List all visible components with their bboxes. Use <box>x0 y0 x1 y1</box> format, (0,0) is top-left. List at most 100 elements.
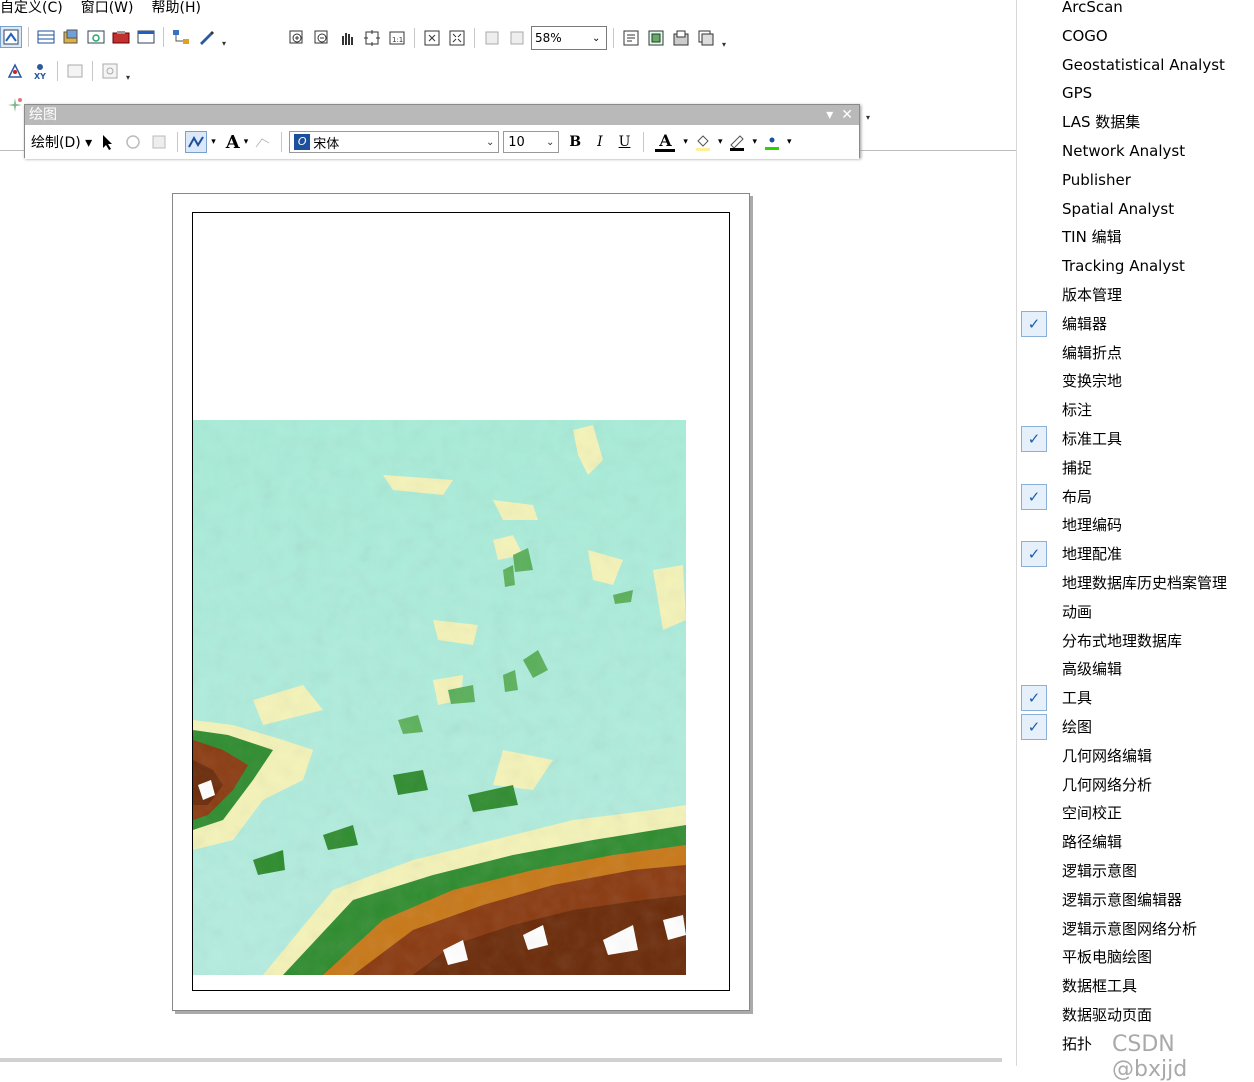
toolbar-list-item[interactable]: ✓ 编辑器 <box>1017 310 1254 339</box>
toolbar-list-item[interactable]: 逻辑示意图 <box>1017 857 1254 886</box>
menu-help[interactable]: 帮助(H) <box>151 0 210 18</box>
catalog-icon[interactable] <box>60 26 82 48</box>
toolbar-list-item-label: 地理数据库历史档案管理 <box>1062 574 1228 592</box>
toolbar-list-item[interactable]: Spatial Analyst <box>1017 195 1254 224</box>
focus-data-frame-icon[interactable] <box>645 27 667 49</box>
toolbar-list-item[interactable]: 路径编辑 <box>1017 828 1254 857</box>
toolbar-list-item[interactable]: 标注 <box>1017 396 1254 425</box>
toolbar-list-item[interactable]: Publisher <box>1017 166 1254 195</box>
menu-window[interactable]: 窗口(W) <box>81 0 144 18</box>
italic-button[interactable]: I <box>591 134 609 150</box>
toolbar-list-item[interactable]: TIN 编辑 <box>1017 223 1254 252</box>
toolbar-list-item[interactable]: Geostatistical Analyst <box>1017 51 1254 80</box>
toolbar-list-item[interactable]: LAS 数据集 <box>1017 108 1254 137</box>
arctoolbox-icon[interactable] <box>110 26 132 48</box>
toolbar-list-item[interactable]: 捕捉 <box>1017 454 1254 483</box>
toolbar-list-item[interactable]: COGO <box>1017 22 1254 51</box>
toolbar-list-item[interactable]: 几何网络编辑 <box>1017 742 1254 771</box>
toolbar-list-item[interactable]: ✓ 绘图 <box>1017 713 1254 742</box>
toolbar-list-item[interactable]: Tracking Analyst <box>1017 252 1254 281</box>
toolbar-options-icon[interactable]: ▾ <box>220 26 228 48</box>
toolbar-list-item[interactable]: 逻辑示意图编辑器 <box>1017 886 1254 915</box>
separator <box>163 27 164 47</box>
search-window-icon[interactable] <box>85 26 107 48</box>
toolbar-list-item[interactable]: 逻辑示意图网络分析 <box>1017 915 1254 944</box>
chevron-down-icon[interactable]: ▾ <box>683 137 688 147</box>
toolbar-list-item[interactable]: ✓ 地理配准 <box>1017 540 1254 569</box>
chevron-down-icon[interactable]: ▾ <box>211 137 216 147</box>
marker-color-icon[interactable] <box>761 131 783 153</box>
new-line-tool-icon[interactable] <box>185 131 208 153</box>
zoom-whole-page-icon[interactable] <box>361 27 383 49</box>
change-layout-icon[interactable] <box>670 27 692 49</box>
chevron-down-icon: ⌄ <box>546 136 555 148</box>
font-size-select[interactable]: 10 ⌄ <box>503 131 560 153</box>
toolbar-list-item[interactable]: ✓ 布局 <box>1017 483 1254 512</box>
text-tool-icon[interactable]: A <box>226 132 240 153</box>
toolbar-list-item[interactable]: 地理编码 <box>1017 511 1254 540</box>
add-control-points-icon[interactable] <box>4 60 26 82</box>
select-elements-icon[interactable] <box>96 131 118 153</box>
toolbar-list-item[interactable]: 编辑折点 <box>1017 339 1254 368</box>
toolbar-list-item[interactable]: 高级编辑 <box>1017 655 1254 684</box>
fixed-zoom-out-icon[interactable] <box>446 27 468 49</box>
draw-menu-button[interactable]: 绘制(D) ▾ <box>31 132 92 152</box>
toolbar-options-icon[interactable]: ▾ <box>864 100 872 122</box>
toolbar-list-item[interactable]: 几何网络分析 <box>1017 771 1254 800</box>
toolbar-list-item[interactable]: 数据驱动页面 <box>1017 1001 1254 1030</box>
toolbar-list-item[interactable]: 平板电脑绘图 <box>1017 943 1254 972</box>
font-color-button[interactable]: A <box>651 132 679 152</box>
table-icon[interactable] <box>35 26 57 48</box>
editor-toolbar-row <box>4 94 26 116</box>
toolbar-list-item-label: 逻辑示意图 <box>1062 862 1138 880</box>
zoom-to-selected-icon <box>148 131 170 153</box>
data-driven-pages-icon[interactable] <box>695 27 717 49</box>
pan-icon[interactable] <box>336 27 358 49</box>
toolbar-list-item[interactable]: 数据框工具 <box>1017 972 1254 1001</box>
fixed-zoom-in-icon[interactable] <box>421 27 443 49</box>
chevron-down-icon[interactable]: ▾ <box>752 137 757 147</box>
chevron-down-icon[interactable]: ▾ <box>787 137 792 147</box>
model-builder-icon[interactable] <box>170 26 192 48</box>
toolbar-options-icon[interactable]: ▾ <box>124 60 132 82</box>
toolbar-list-item[interactable]: GPS <box>1017 79 1254 108</box>
menu-customize[interactable]: 自定义(C) <box>0 0 73 18</box>
drawing-toolbar-window[interactable]: 绘图 ▾ ✕ 绘制(D) ▾ ▾ A ▾ O 宋体 ⌄ 10 ⌄ B I U A <box>24 104 860 159</box>
zoom-out-icon[interactable] <box>311 27 333 49</box>
zoom-100-icon[interactable]: 1:1 <box>386 27 408 49</box>
toolbar-list-item-label: LAS 数据集 <box>1062 113 1141 132</box>
dem-raster <box>193 420 686 975</box>
fill-color-icon[interactable] <box>692 131 714 153</box>
zoom-level-select[interactable]: 58% ⌄ <box>531 26 607 50</box>
python-window-icon[interactable] <box>135 26 157 48</box>
xy-icon[interactable]: XY <box>29 60 51 82</box>
toolbar-list-item[interactable]: ✓ 标准工具 <box>1017 425 1254 454</box>
underline-button[interactable]: U <box>613 134 637 150</box>
drawing-toolbar-titlebar[interactable]: 绘图 ▾ ✕ <box>25 105 859 125</box>
toolbar-list-item[interactable]: ✓ 工具 <box>1017 684 1254 713</box>
chevron-down-icon[interactable]: ▾ <box>244 137 249 147</box>
dem-raster-image[interactable] <box>193 420 686 975</box>
pen-icon[interactable] <box>195 26 217 48</box>
toolbar-list-item[interactable]: 变换宗地 <box>1017 367 1254 396</box>
toggle-draft-mode-icon[interactable] <box>620 27 642 49</box>
font-name-select[interactable]: O 宋体 ⌄ <box>289 131 500 153</box>
toolbar-list-item[interactable]: 地理数据库历史档案管理 <box>1017 569 1254 598</box>
toolbar-list-item[interactable]: ArcScan <box>1017 0 1254 22</box>
toolbar-list-item[interactable]: Network Analyst <box>1017 137 1254 166</box>
zoom-in-icon[interactable] <box>286 27 308 49</box>
toolbar-list-item[interactable]: 分布式地理数据库 <box>1017 627 1254 656</box>
sparkle-icon[interactable] <box>4 94 26 116</box>
toolbar-options-icon[interactable]: ▾ <box>720 27 728 49</box>
toolbar-list-item[interactable]: 版本管理 <box>1017 281 1254 310</box>
line-color-icon[interactable] <box>726 131 748 153</box>
toolbar-list-item[interactable]: 动画 <box>1017 598 1254 627</box>
toolbar-menu-chevron-icon[interactable]: ▾ <box>826 105 833 125</box>
check-icon: ✓ <box>1021 310 1047 337</box>
bold-button[interactable]: B <box>563 134 587 150</box>
horizontal-scrollbar[interactable] <box>0 1058 1002 1062</box>
toolbar-list-item[interactable]: 空间校正 <box>1017 799 1254 828</box>
close-icon[interactable]: ✕ <box>841 105 853 125</box>
chevron-down-icon[interactable]: ▾ <box>718 137 723 147</box>
editor-toolbar-icon[interactable] <box>0 26 22 48</box>
